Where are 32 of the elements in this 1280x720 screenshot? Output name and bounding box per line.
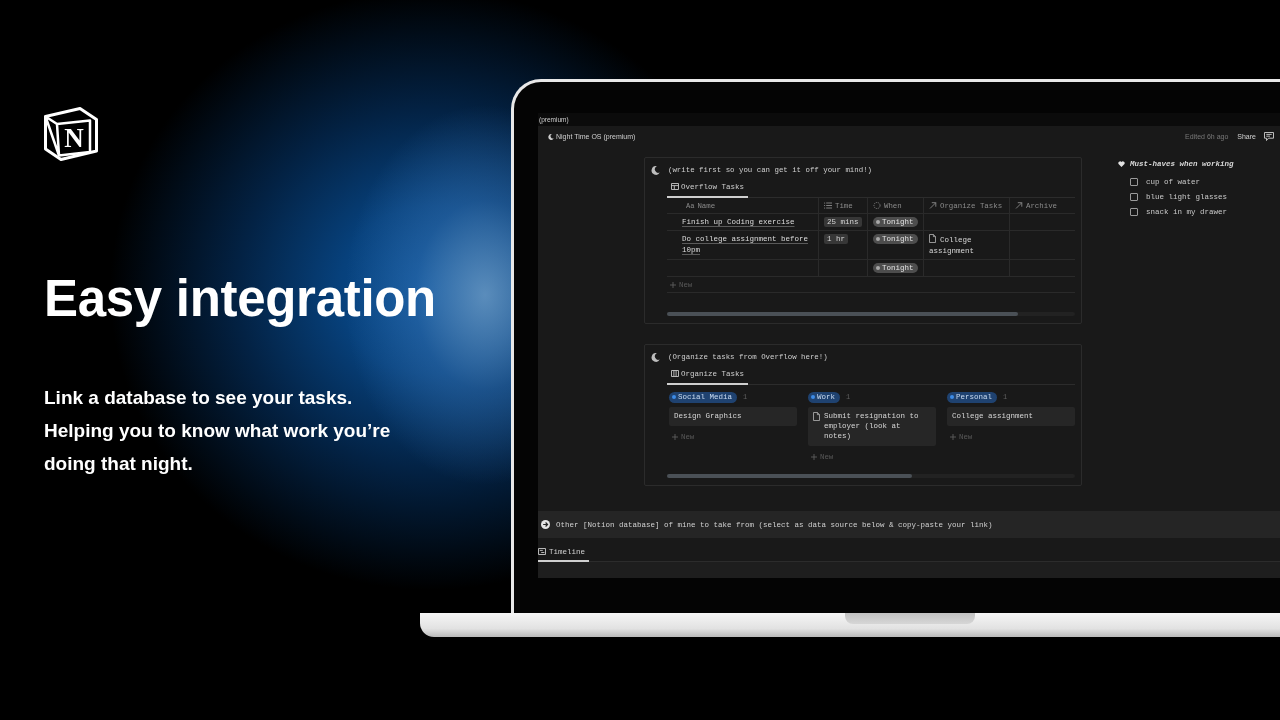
app-logo: N xyxy=(44,107,98,161)
comment-icon[interactable] xyxy=(1264,132,1274,141)
checkbox[interactable] xyxy=(1130,207,1138,216)
arrow-up-right-icon xyxy=(1015,202,1023,209)
arrow-up-right-icon xyxy=(929,202,937,209)
moon-icon xyxy=(548,133,554,140)
list-icon xyxy=(824,202,832,209)
dashed-circle-icon xyxy=(873,202,881,209)
moon-icon xyxy=(651,352,660,362)
dot-icon xyxy=(876,266,880,270)
heart-icon xyxy=(1118,160,1125,168)
page-icon xyxy=(813,411,820,421)
timeline-icon xyxy=(538,548,546,555)
arrow-circle-icon xyxy=(541,520,550,529)
page-icon xyxy=(929,234,936,243)
dot-icon xyxy=(672,395,676,399)
dot-icon xyxy=(950,395,954,399)
checkbox[interactable] xyxy=(1130,192,1138,201)
scrollbar-thumb[interactable] xyxy=(667,474,912,478)
moon-icon xyxy=(651,165,660,175)
plus-icon xyxy=(670,281,676,288)
plus-icon xyxy=(672,434,678,440)
dot-icon xyxy=(876,237,880,241)
dot-icon xyxy=(811,395,815,399)
dot-icon xyxy=(876,220,880,224)
board-icon xyxy=(671,370,679,377)
hero-description: Link a database to see your tasks. Helping you to know what work you’re doing that night. xyxy=(44,386,392,476)
plus-icon xyxy=(811,454,817,460)
plus-icon xyxy=(950,434,956,440)
table-icon xyxy=(671,183,679,190)
checkbox[interactable] xyxy=(1130,177,1138,186)
hero-title: Easy integration xyxy=(44,269,437,329)
